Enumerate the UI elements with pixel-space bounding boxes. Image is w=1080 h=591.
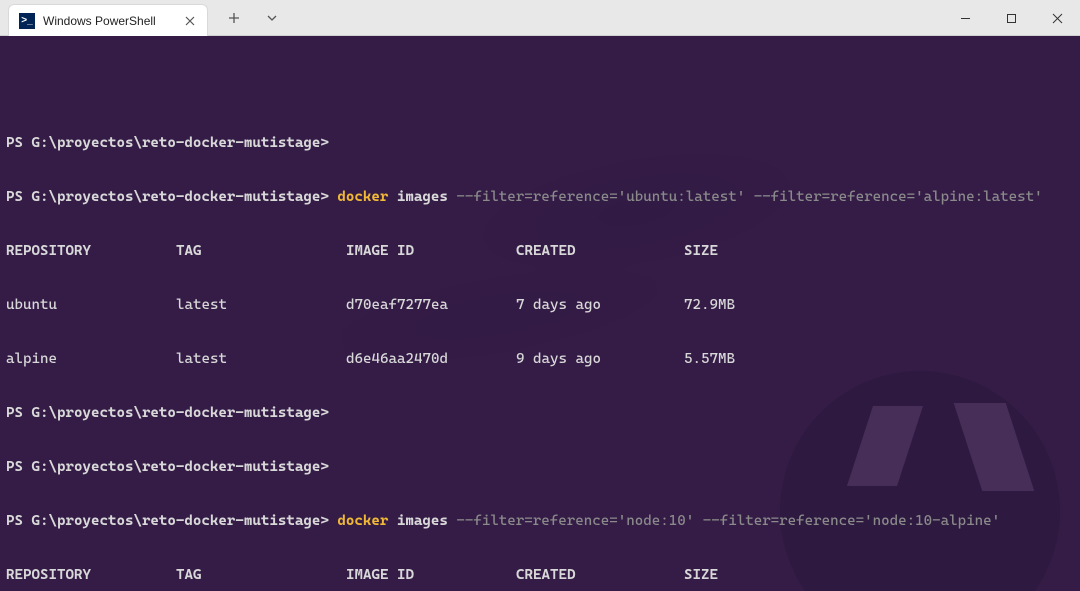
close-window-button[interactable] [1034, 0, 1080, 36]
command-binary: docker [337, 513, 388, 529]
command-sub: images [397, 189, 448, 205]
tab-title: Windows PowerShell [43, 14, 173, 28]
minimize-button[interactable] [942, 0, 988, 36]
tab-actions [208, 0, 286, 35]
command-flags: --filter=reference='ubuntu:latest' --fil… [456, 189, 1042, 205]
table-header: REPOSITORYTAGIMAGE IDCREATEDSIZE [6, 242, 1074, 260]
powershell-icon: >_ [19, 13, 35, 29]
new-tab-button[interactable] [220, 4, 248, 32]
titlebar-drag-region[interactable] [286, 0, 942, 35]
command-binary: docker [337, 189, 388, 205]
table-row: ubuntulatestd70eaf7277ea7 days ago72.9MB [6, 296, 1074, 314]
prompt: PS G:\proyectos\reto-docker-mutistage> [6, 513, 329, 529]
command-sub: images [397, 513, 448, 529]
tab-dropdown-button[interactable] [258, 4, 286, 32]
maximize-button[interactable] [988, 0, 1034, 36]
prompt: PS G:\proyectos\reto-docker-mutistage> [6, 135, 329, 151]
close-tab-button[interactable] [181, 12, 199, 30]
table-header: REPOSITORYTAGIMAGE IDCREATEDSIZE [6, 566, 1074, 584]
table-row: alpinelatestd6e46aa2470d9 days ago5.57MB [6, 350, 1074, 368]
command-flags: --filter=reference='node:10' --filter=re… [456, 513, 1000, 529]
tab-powershell[interactable]: >_ Windows PowerShell [8, 4, 208, 36]
window-controls [942, 0, 1080, 35]
titlebar: >_ Windows PowerShell [0, 0, 1080, 36]
prompt: PS G:\proyectos\reto-docker-mutistage> [6, 459, 329, 475]
terminal-content: PS G:\proyectos\reto-docker-mutistage> P… [6, 98, 1074, 591]
prompt: PS G:\proyectos\reto-docker-mutistage> [6, 189, 329, 205]
prompt: PS G:\proyectos\reto-docker-mutistage> [6, 405, 329, 421]
terminal-pane[interactable]: PS G:\proyectos\reto-docker-mutistage> P… [0, 36, 1080, 591]
